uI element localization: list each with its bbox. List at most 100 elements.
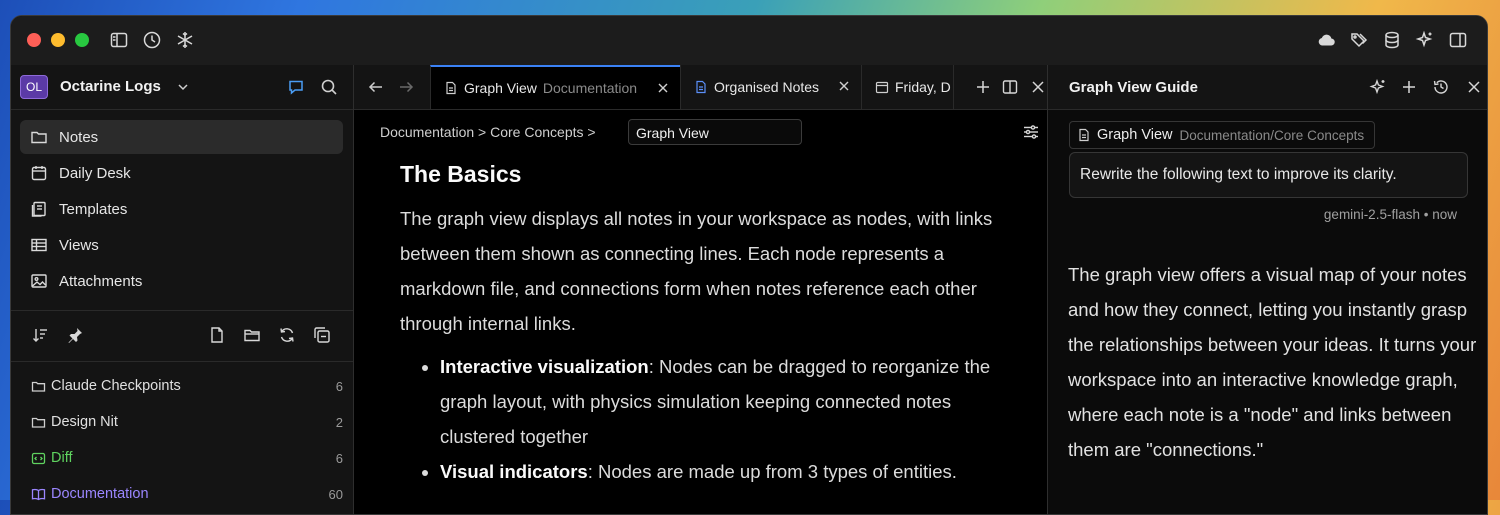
tab-title: Organised Notes <box>714 79 820 95</box>
settings-sliders-icon[interactable] <box>1022 123 1040 141</box>
folder-item-diff[interactable]: Diff 6 <box>31 446 343 470</box>
note-title-input[interactable]: Graph View <box>628 119 802 145</box>
forward-arrow-icon[interactable] <box>397 78 415 96</box>
folder-icon <box>30 128 48 146</box>
folder-label: Design Nit <box>51 414 118 430</box>
message-time: now <box>1432 207 1457 222</box>
folder-count: 60 <box>328 486 343 502</box>
tab-bar: Graph View Documentation Organised Notes… <box>354 65 1047 110</box>
breadcrumb-path[interactable]: Documentation > Core Concepts > <box>380 124 596 140</box>
folder-count: 6 <box>335 450 343 466</box>
paragraph: The graph view displays all notes in you… <box>400 208 993 334</box>
sidebar-item-label: Daily Desk <box>59 164 131 182</box>
new-note-icon[interactable] <box>208 326 226 344</box>
back-arrow-icon[interactable] <box>367 78 385 96</box>
image-icon <box>30 272 48 290</box>
folder-item-claude-checkpoints[interactable]: Claude Checkpoints 6 <box>31 374 343 398</box>
bullet-term: Interactive visualization <box>440 356 649 377</box>
chevron-down-icon[interactable] <box>177 80 189 92</box>
sidebar-item-label: Notes <box>59 128 99 146</box>
bullet-term: Visual indicators <box>440 461 588 482</box>
context-note-name: Graph View <box>1097 127 1173 143</box>
history-icon[interactable] <box>1432 78 1450 96</box>
editor-pane: Graph View Documentation Organised Notes… <box>354 65 1048 514</box>
workspace-header: OL Octarine Logs <box>11 65 353 110</box>
sidebar-item-daily-desk[interactable]: Daily Desk <box>20 156 343 190</box>
sidebar-item-views[interactable]: Views <box>20 228 343 262</box>
sidebar-item-notes[interactable]: Notes <box>20 120 343 154</box>
templates-icon <box>30 200 48 218</box>
pin-icon[interactable] <box>66 326 84 344</box>
history-icon[interactable] <box>142 30 162 50</box>
close-icon[interactable] <box>656 81 670 95</box>
folder-label: Claude Checkpoints <box>51 378 181 394</box>
sidebar-item-attachments[interactable]: Attachments <box>20 264 343 298</box>
folder-count: 2 <box>335 414 343 430</box>
list-item: Interactive visualization: Nodes can be … <box>440 349 1020 454</box>
tab-graph-view[interactable]: Graph View Documentation <box>430 65 680 109</box>
sort-icon[interactable] <box>31 326 49 344</box>
new-chat-icon[interactable] <box>1400 78 1418 96</box>
assistant-title: Graph View Guide <box>1069 79 1198 96</box>
document-icon <box>1077 128 1091 142</box>
bullet-list: Interactive visualization: Nodes can be … <box>400 349 1020 489</box>
tab-title: Friday, D <box>895 79 951 95</box>
snowflake-icon[interactable] <box>175 30 195 50</box>
sidebar: OL Octarine Logs Notes Daily Desk Templa… <box>11 65 354 514</box>
table-icon <box>30 236 48 254</box>
split-view-icon[interactable] <box>1001 78 1019 96</box>
right-panel-icon[interactable] <box>1448 30 1468 50</box>
assistant-response: The graph view offers a visual map of yo… <box>1068 264 1477 460</box>
folder-label: Diff <box>51 450 73 466</box>
ai-sparkle-icon[interactable] <box>1415 30 1435 50</box>
ai-sparkle-icon[interactable] <box>1369 78 1387 96</box>
message-meta: gemini-2.5-flash • now <box>1324 207 1457 222</box>
workspace-name[interactable]: Octarine Logs <box>60 78 161 95</box>
database-icon[interactable] <box>1382 30 1402 50</box>
calendar-icon <box>30 164 48 182</box>
bullet-text: : Nodes are made up from 3 types of enti… <box>587 461 957 482</box>
workspace-avatar[interactable]: OL <box>20 75 48 99</box>
section-heading: The Basics <box>400 161 522 187</box>
tab-organised-notes[interactable]: Organised Notes <box>680 65 861 109</box>
book-icon <box>31 487 46 502</box>
folder-item-documentation[interactable]: Documentation 60 <box>31 482 343 506</box>
new-tab-icon[interactable] <box>974 78 992 96</box>
sidebar-toggle-icon[interactable] <box>109 30 129 50</box>
close-icon[interactable] <box>1465 78 1483 96</box>
list-item: Visual indicators: Nodes are made up fro… <box>440 454 1020 489</box>
meta-separator: • <box>1423 207 1429 222</box>
title-bar <box>11 16 1487 66</box>
breadcrumb: Documentation > Core Concepts > Graph Vi… <box>354 109 1047 154</box>
model-name: gemini-2.5-flash <box>1323 207 1420 222</box>
tab-title: Graph View <box>464 80 537 96</box>
new-folder-icon[interactable] <box>243 326 261 344</box>
zoom-window-button[interactable] <box>75 33 89 47</box>
assistant-header: Graph View Guide <box>1048 65 1487 110</box>
document-body[interactable]: The Basics The graph view displays all n… <box>400 161 1020 489</box>
folder-item-design-nit[interactable]: Design Nit 2 <box>31 410 343 434</box>
close-icon[interactable] <box>837 79 851 93</box>
tags-icon[interactable] <box>1349 30 1369 50</box>
code-file-icon <box>31 451 46 466</box>
file-toolbar <box>11 311 353 362</box>
close-pane-icon[interactable] <box>1029 78 1047 96</box>
search-icon[interactable] <box>320 78 338 96</box>
context-chip[interactable]: Graph View Documentation/Core Concepts <box>1069 121 1376 149</box>
close-window-button[interactable] <box>27 33 41 47</box>
app-window: OL Octarine Logs Notes Daily Desk Templa… <box>10 15 1488 515</box>
refresh-icon[interactable] <box>278 326 296 344</box>
calendar-icon <box>875 80 889 94</box>
cloud-icon[interactable] <box>1316 30 1336 50</box>
sidebar-item-templates[interactable]: Templates <box>20 192 343 226</box>
collapse-all-icon[interactable] <box>313 326 331 344</box>
folder-count: 6 <box>335 378 343 394</box>
sidebar-item-label: Templates <box>59 200 128 218</box>
assistant-panel: Graph View Guide Graph View Documentatio… <box>1048 65 1487 514</box>
sidebar-item-label: Attachments <box>59 272 143 290</box>
chat-icon[interactable] <box>287 78 305 96</box>
document-icon <box>444 81 458 95</box>
document-icon <box>694 80 708 94</box>
tab-friday[interactable]: Friday, D <box>861 65 954 109</box>
minimize-window-button[interactable] <box>51 33 65 47</box>
